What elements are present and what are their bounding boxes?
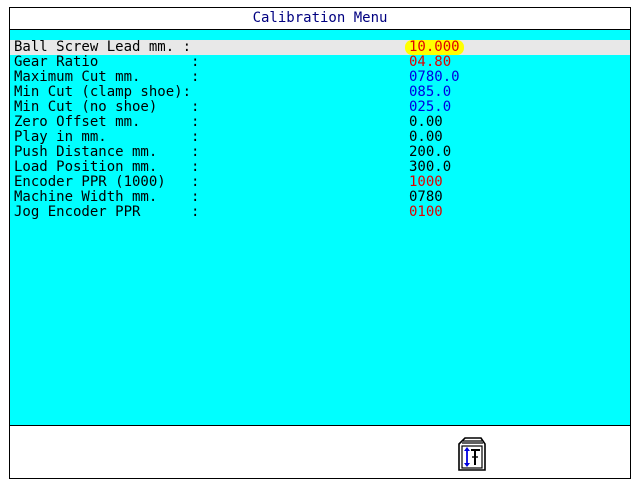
setting-row[interactable]: Maximum Cut mm. : 0780.0 (10, 70, 630, 85)
setting-value[interactable]: 0780.0 (409, 70, 460, 85)
setting-row[interactable]: Jog Encoder PPR : 0100 (10, 205, 630, 220)
setting-label: Min Cut (clamp shoe): (14, 84, 192, 100)
setting-row[interactable]: Encoder PPR (1000) : 1000 (10, 175, 630, 190)
setting-label: Machine Width mm. : (14, 189, 200, 205)
setting-row[interactable]: Ball Screw Lead mm. : 10.000 (10, 40, 630, 55)
setting-value[interactable]: 0.00 (409, 130, 443, 145)
setting-label: Ball Screw Lead mm. : (14, 39, 192, 55)
setting-value[interactable]: 200.0 (409, 145, 451, 160)
setting-label: Load Position mm. : (14, 159, 200, 175)
setting-value[interactable]: 0.00 (409, 115, 443, 130)
setting-value[interactable]: 0100 (409, 205, 443, 220)
setting-row[interactable]: Min Cut (no shoe) : 025.0 (10, 100, 630, 115)
setting-row[interactable]: Gear Ratio : 04.80 (10, 55, 630, 70)
setting-label: Min Cut (no shoe) : (14, 99, 200, 115)
setting-label: Jog Encoder PPR : (14, 204, 200, 220)
setting-value[interactable]: 085.0 (409, 85, 451, 100)
window-title: Calibration Menu (10, 8, 630, 30)
setting-value[interactable]: 04.80 (409, 55, 451, 70)
setting-row[interactable]: Push Distance mm. : 200.0 (10, 145, 630, 160)
footer-bar (10, 426, 630, 478)
setting-value[interactable]: 025.0 (409, 100, 451, 115)
setting-label: Zero Offset mm. : (14, 114, 200, 130)
setting-label: Encoder PPR (1000) : (14, 174, 200, 190)
setting-row[interactable]: Play in mm. : 0.00 (10, 130, 630, 145)
setting-label: Maximum Cut mm. : (14, 69, 200, 85)
setting-value[interactable]: 1000 (409, 175, 443, 190)
calibration-tool-icon[interactable] (453, 434, 489, 472)
setting-label: Push Distance mm. : (14, 144, 200, 160)
setting-row[interactable]: Zero Offset mm. : 0.00 (10, 115, 630, 130)
calibration-list: Ball Screw Lead mm. : 10.000 Gear Ratio : 0… (10, 30, 630, 426)
setting-value[interactable]: 10.000 (405, 40, 464, 55)
setting-label: Play in mm. : (14, 129, 200, 145)
setting-row[interactable]: Min Cut (clamp shoe): 085.0 (10, 85, 630, 100)
setting-value[interactable]: 300.0 (409, 160, 451, 175)
setting-row[interactable]: Machine Width mm. : 0780 (10, 190, 630, 205)
setting-label: Gear Ratio : (14, 54, 200, 70)
calibration-screen: Calibration Menu Ball Screw Lead mm. : 10… (9, 7, 631, 479)
setting-row[interactable]: Load Position mm. : 300.0 (10, 160, 630, 175)
setting-value[interactable]: 0780 (409, 190, 443, 205)
